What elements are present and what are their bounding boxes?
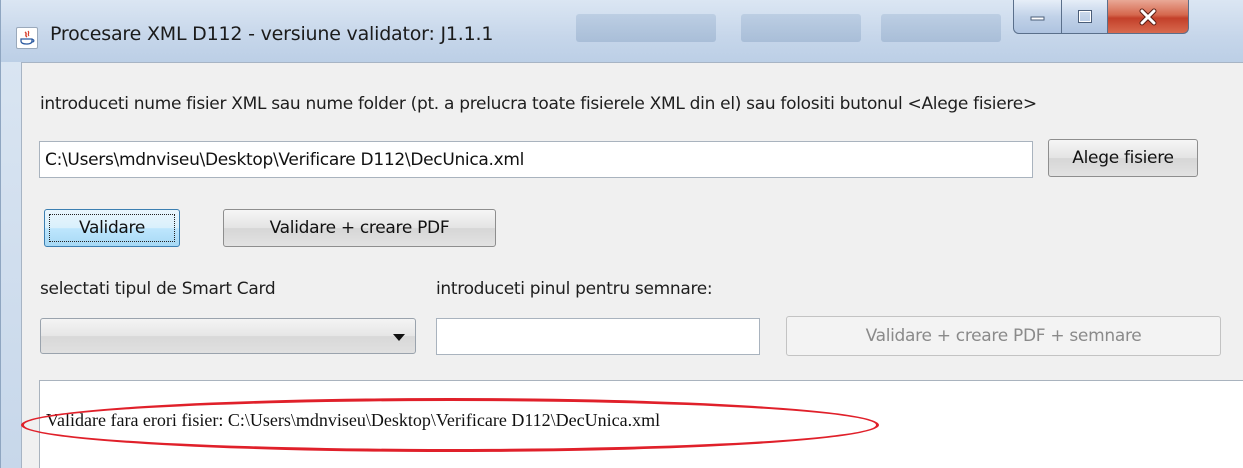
- app-window: Procesare XML D112 - versiune validator:…: [0, 0, 1243, 468]
- smartcard-type-select[interactable]: [40, 318, 416, 354]
- validate-button[interactable]: Validare: [44, 209, 180, 247]
- pin-input[interactable]: [436, 318, 760, 355]
- background-window-blur: [741, 14, 861, 42]
- minimize-button[interactable]: [1013, 0, 1061, 34]
- smartcard-label: selectati tipul de Smart Card: [40, 279, 276, 299]
- highlight-annotation: [21, 398, 879, 452]
- validate-create-pdf-button[interactable]: Validare + creare PDF: [223, 209, 496, 247]
- close-icon: [1139, 8, 1157, 25]
- validate-create-pdf-sign-button[interactable]: Validare + creare PDF + semnare: [786, 316, 1221, 356]
- maximize-button[interactable]: [1061, 0, 1107, 34]
- minimize-icon: [1030, 16, 1044, 20]
- pin-label: introduceti pinul pentru semnare:: [436, 279, 713, 299]
- chevron-down-icon: [393, 334, 405, 341]
- file-path-input[interactable]: C:\Users\mdnviseu\Desktop\Verificare D11…: [39, 141, 1033, 178]
- choose-files-button[interactable]: Alege fisiere: [1048, 139, 1198, 177]
- java-app-icon[interactable]: [16, 27, 38, 49]
- title-bar[interactable]: Procesare XML D112 - versiune validator:…: [1, 0, 1243, 62]
- window-controls: [1013, 0, 1189, 36]
- background-window-blur: [576, 14, 716, 42]
- validate-button-label: Validare: [78, 218, 146, 238]
- window-title: Procesare XML D112 - versiune validator:…: [50, 23, 494, 45]
- close-button[interactable]: [1107, 0, 1189, 34]
- maximize-icon: [1077, 9, 1092, 23]
- instruction-label: introduceti nume fisier XML sau nume fol…: [40, 94, 1037, 114]
- background-window-blur: [881, 14, 1001, 42]
